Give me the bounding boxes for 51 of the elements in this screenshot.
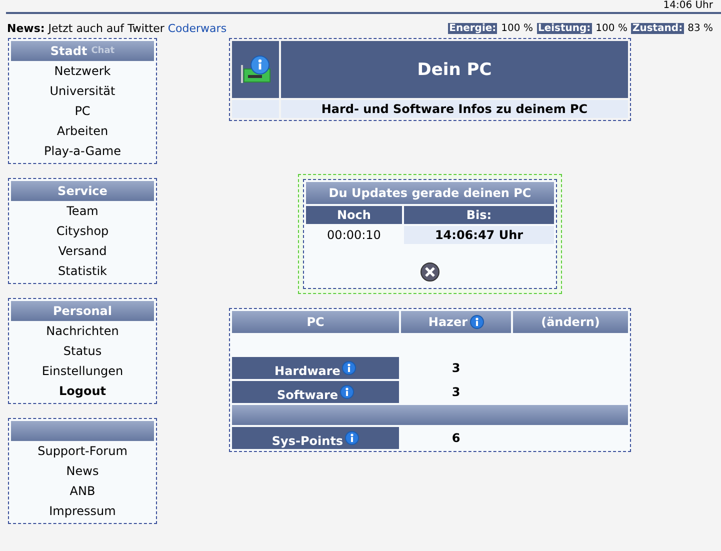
- menu-item[interactable]: Statistik: [11, 261, 154, 281]
- menu-item[interactable]: Nachrichten: [11, 321, 154, 341]
- menu-item[interactable]: Netzwerk: [11, 61, 154, 81]
- table-cell-text: 3: [450, 384, 462, 401]
- menu-item[interactable]: PC: [11, 101, 154, 121]
- menu-item[interactable]: Support-Forum: [11, 441, 154, 461]
- info-icon[interactable]: [470, 315, 484, 329]
- twitter-link[interactable]: Coderwars: [168, 22, 227, 34]
- row-label-text: Software: [276, 388, 338, 402]
- finish-time: 14:06:47 Uhr: [404, 226, 554, 244]
- menu-item[interactable]: Impressum: [11, 501, 154, 521]
- menu-item[interactable]: Team: [11, 201, 154, 221]
- menu-item[interactable]: Cityshop: [11, 221, 154, 241]
- menu-title: Service: [58, 184, 108, 198]
- row-label-text: Sys-Points: [272, 434, 344, 448]
- menu-item[interactable]: Arbeiten: [11, 121, 154, 141]
- news-text: News: Jetzt auch auf Twitter Coderwars: [7, 22, 227, 34]
- info-icon[interactable]: [340, 384, 354, 398]
- row-label-text: Hardware: [274, 364, 340, 378]
- menu-item[interactable]: News: [11, 461, 154, 481]
- clock: 14:06 Uhr: [663, 0, 713, 12]
- info-icon[interactable]: [342, 360, 356, 374]
- column-label: (ändern): [541, 315, 600, 329]
- column-header: Bis:: [404, 206, 554, 224]
- menu-title: Personal: [53, 304, 112, 318]
- page-title: Dein PC: [417, 60, 492, 80]
- column-label: PC: [306, 315, 324, 329]
- table-cell-text: 6: [450, 430, 462, 447]
- menu-item[interactable]: Versand: [11, 241, 154, 261]
- network-card-info-icon: [238, 54, 272, 84]
- stat-label: Energie:: [448, 22, 498, 34]
- menu-item[interactable]: Universität: [11, 81, 154, 101]
- update-title: Du Updates gerade deinen PC: [306, 182, 554, 204]
- info-icon[interactable]: [345, 430, 360, 444]
- menu-item[interactable]: ANB: [11, 481, 154, 501]
- menu-item[interactable]: Logout: [11, 381, 154, 401]
- stat-value: 83 %: [688, 22, 713, 34]
- stat-value: 100 %: [501, 22, 533, 34]
- menu-item[interactable]: Einstellungen: [11, 361, 154, 381]
- column-label: Hazer: [428, 315, 468, 329]
- column-header: Noch: [306, 206, 402, 224]
- stat-label: Zustand:: [631, 22, 684, 34]
- stat-label: Leistung:: [536, 22, 592, 34]
- menu-item[interactable]: Play-a-Game: [11, 141, 154, 161]
- page-subtitle: Hard- und Software Infos zu deinem PC: [321, 102, 588, 116]
- remaining-time: 00:00:10: [326, 227, 382, 244]
- close-icon[interactable]: [420, 262, 440, 282]
- table-cell-text: 3: [450, 360, 462, 377]
- menu-item[interactable]: Status: [11, 341, 154, 361]
- menu-title: Stadt: [50, 44, 88, 58]
- stat-value: 100 %: [596, 22, 628, 34]
